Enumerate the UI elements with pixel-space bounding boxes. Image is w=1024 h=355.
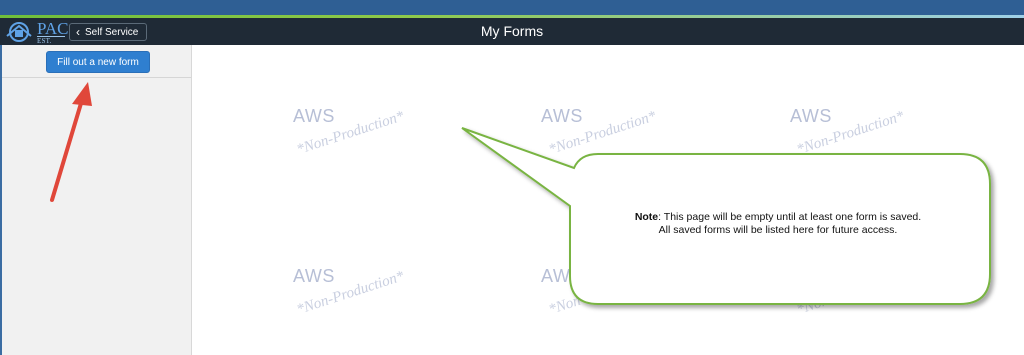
red-arrow-icon — [50, 82, 92, 202]
annotation-overlay — [50, 82, 991, 305]
note-line1: : This page will be empty until at least… — [658, 211, 922, 223]
note-label: Note — [634, 211, 659, 223]
note-line2: All saved forms will be listed here for … — [658, 224, 898, 236]
callout-note: Note: This page will be empty until at l… — [593, 211, 963, 237]
